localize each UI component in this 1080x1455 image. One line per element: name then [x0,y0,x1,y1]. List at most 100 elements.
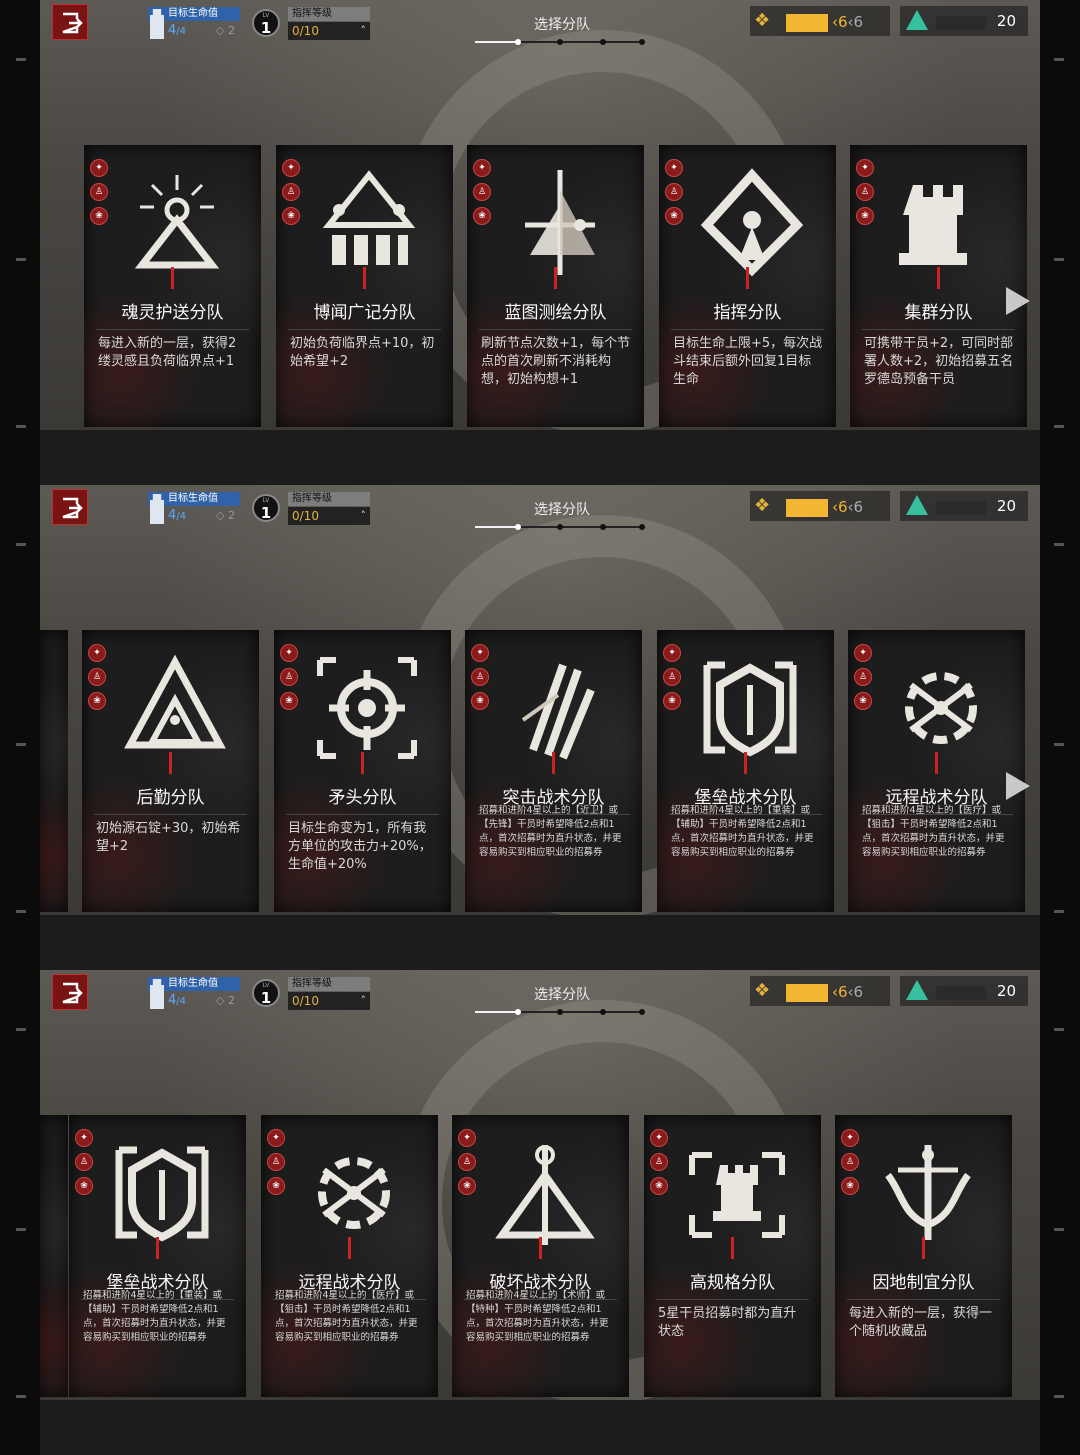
card-pin [937,267,940,289]
squad-card[interactable]: ✦ ♙ ❀ 魂灵护送分队 每进入新的一层，获得2缕灵感且负荷临界点+1 [84,145,261,427]
tag-icon: ♙ [280,668,298,686]
frame-mark [1054,425,1064,428]
squad-card[interactable]: ✦ ♙ ❀ 蓝图测绘分队 刷新节点次数+1，每个节点的首次刷新不消耗构想，初始构想+1 [467,145,644,427]
squad-card[interactable]: ✦ ♙ ❀ 博闻广记分队 初始负荷临界点+10，初始希望+2 [276,145,453,427]
crossbow-icon [299,1135,409,1250]
squad-name: 魂灵护送分队 [121,303,224,323]
squad-card[interactable]: ✦ ♙ ❀ 堡垒战术分队 招募和进阶4星以上的【重装】或【辅助】干员时希望降低2点和1点… [69,1115,246,1397]
squad-card[interactable]: ✦ ♙ ❀ 堡垒战术分队 招募和进阶4星以上的【重装】或【辅助】干员时希望降低2点和1点… [657,630,834,912]
squad-card[interactable]: ✦ ♙ ❀ 集群分队 可携带干员+2，可同时部署人数+2，初始招募五名罗德岛预备干员 [850,145,1027,427]
shield-icon [695,650,805,765]
level-number: 1 [260,989,272,1007]
tag-icon: ✦ [663,644,681,662]
card-divider [479,329,632,330]
crosshair-icon [312,650,422,765]
hope-panel: 20 [900,976,1028,1006]
shield-value: 2 [227,994,235,1007]
hp-value: 4/4 [168,508,186,523]
screen-panel-2: 目标生命值 4/4 ◇ 2 LV 1 指挥等级 0/10 ˄ 选择分队 ❖ ‹6‹6 20 ✦ ♙ ❀ 后勤分… [0,485,1080,970]
exit-icon [62,12,83,34]
next-page-arrow-icon[interactable] [1006,287,1030,315]
command-value: 0/10 [292,509,319,523]
hope-panel: 20 [900,491,1028,521]
card-tags: ✦ ♙ ❀ [473,159,491,231]
squad-name: 后勤分队 [136,788,205,808]
card-tags: ✦ ♙ ❀ [267,1129,285,1201]
tag-icon: ✦ [841,1129,859,1147]
exit-button[interactable] [52,489,88,525]
ingot-value: 6 [838,13,848,31]
tag-icon: ❀ [282,207,300,225]
next-page-arrow-icon[interactable] [1006,772,1030,800]
frame-mark [1054,743,1064,746]
squad-card[interactable]: ✦ ♙ ❀ 指挥分队 目标生命上限+5，每次战斗结束后额外回复1目标生命 [659,145,836,427]
tag-icon: ❀ [90,207,108,225]
squad-card[interactable]: ✦ ♙ ❀ 矛头分队 目标生命变为1，所有我方单位的攻击力+20%，生命值+20% [274,630,451,912]
progress-step [599,1009,606,1015]
ingot-panel: ❖ ‹6‹6 [750,976,890,1006]
squad-description: 目标生命变为1，所有我方单位的攻击力+20%，生命值+20% [288,821,432,872]
shield-readout: ◇ 2 [216,994,235,1007]
squad-card[interactable]: ✦ ♙ ❀ 因地制宜分队 每进入新的一层，获得一个随机收藏品 [835,1115,1012,1397]
tag-icon: ❀ [473,207,491,225]
ingot-bar [786,984,828,1002]
tag-icon: ❀ [471,692,489,710]
squad-card[interactable]: ✦ ♙ ❀ 远程战术分队 招募和进阶4星以上的【医疗】或【狙击】干员时希望降低2点和1点… [848,630,1025,912]
squad-card[interactable]: ✦ ♙ ❀ 破坏战术分队 招募和进阶4星以上的【术师】或【特种】干员时希望降低2点和1点… [452,1115,629,1397]
tag-icon: ♙ [267,1153,285,1171]
card-divider [862,329,1015,330]
tag-icon: ✦ [90,159,108,177]
ingot-readout: ‹6‹6 [832,13,863,31]
hope-value: 20 [996,12,1016,30]
frame-mark [16,743,26,746]
card-tags: ✦ ♙ ❀ [282,159,300,231]
frame-mark [1054,58,1064,61]
squad-card-partial[interactable] [40,630,68,912]
progress-step [514,1009,521,1015]
squad-card-partial[interactable] [40,1115,68,1397]
squad-description: 每进入新的一层，获得一个随机收藏品 [849,1306,993,1339]
level-number: 1 [260,19,272,37]
squad-card[interactable]: ✦ ♙ ❀ 高规格分队 5星干员招募时都为直升状态 [644,1115,821,1397]
squad-name: 蓝图测绘分队 [504,303,607,323]
tag-icon: ♙ [650,1153,668,1171]
hope-icon [906,495,928,515]
shield-icon: ◇ [216,509,228,522]
ingot-icon: ❖ [754,980,771,1001]
hope-value: 20 [996,982,1016,1000]
card-tags: ✦ ♙ ❀ [458,1129,476,1201]
squad-name: 博闻广记分队 [313,303,416,323]
card-divider [656,1299,809,1300]
frame-mark [16,910,26,913]
bottom-band [40,1400,1040,1455]
command-bar: 0/10 ˄ [288,992,370,1010]
card-tags: ✦ ♙ ❀ [471,644,489,716]
hp-value: 4/4 [168,993,186,1008]
tag-icon: ✦ [471,644,489,662]
card-pin [363,267,366,289]
frame-mark [1054,1028,1064,1031]
squad-card[interactable]: ✦ ♙ ❀ 远程战术分队 招募和进阶4星以上的【医疗】或【狙击】干员时希望降低2点和1点… [261,1115,438,1397]
squad-name: 集群分队 [904,303,973,323]
exit-button[interactable] [52,974,88,1010]
hope-panel: 20 [900,6,1028,36]
step-progress [475,524,645,530]
ingot-panel: ❖ ‹6‹6 [750,491,890,521]
exit-button[interactable] [52,4,88,40]
card-pin [746,267,749,289]
hp-max: /4 [176,26,187,37]
squad-card[interactable]: ✦ ♙ ❀ 后勤分队 初始源石锭+30，初始希望+2 [82,630,259,912]
tag-icon: ❀ [854,692,872,710]
right-frame [1040,485,1080,970]
bottom-band [40,430,1040,485]
card-divider [94,814,247,815]
frame-mark [16,1228,26,1231]
chevron-up-icon: ˄ [360,994,367,1007]
tag-icon: ♙ [471,668,489,686]
card-tags: ✦ ♙ ❀ [280,644,298,716]
tag-icon: ❀ [650,1177,668,1195]
tag-icon: ✦ [282,159,300,177]
squad-card[interactable]: ✦ ♙ ❀ 突击战术分队 招募和进阶4星以上的【近卫】或【先锋】干员时希望降低2点和1点… [465,630,642,912]
shield-value: 2 [227,24,235,37]
ingot-bar [786,14,828,32]
